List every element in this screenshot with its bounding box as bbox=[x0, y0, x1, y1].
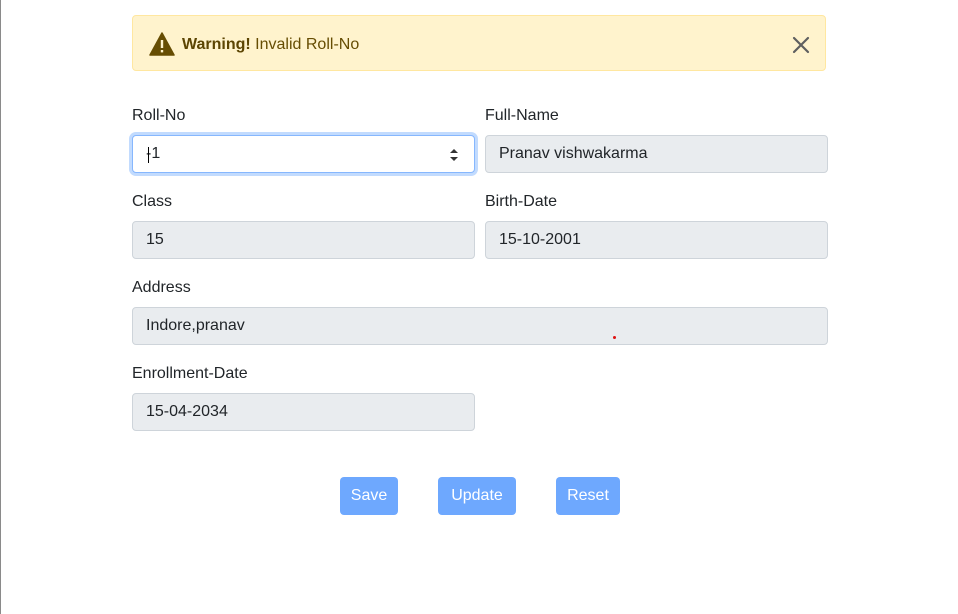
alert-title: Warning! bbox=[182, 36, 251, 53]
warning-triangle-icon bbox=[149, 32, 175, 56]
warning-alert: Warning! Invalid Roll-No bbox=[132, 15, 826, 71]
full-name-input[interactable]: Pranav vishwakarma bbox=[485, 135, 828, 173]
update-button[interactable]: Update bbox=[438, 477, 516, 515]
address-label: Address bbox=[132, 279, 191, 296]
close-icon[interactable] bbox=[791, 35, 811, 55]
class-label: Class bbox=[132, 193, 173, 210]
class-value: 15 bbox=[146, 231, 164, 248]
enrollment-date-input[interactable]: 15-04-2034 bbox=[132, 393, 475, 431]
class-input[interactable]: 15 bbox=[132, 221, 475, 259]
address-input[interactable]: Indore,pranav bbox=[132, 307, 828, 345]
birth-date-label: Birth-Date bbox=[485, 193, 558, 210]
enrollment-date-label: Enrollment-Date bbox=[132, 365, 248, 382]
birth-date-input[interactable]: 15-10-2001 bbox=[485, 221, 828, 259]
roll-no-input[interactable]: -1 bbox=[132, 135, 475, 173]
address-value: Indore,pranav bbox=[146, 317, 245, 334]
full-name-value: Pranav vishwakarma bbox=[499, 145, 648, 162]
enrollment-date-value: 15-04-2034 bbox=[146, 403, 228, 420]
cursor-dot bbox=[613, 336, 616, 339]
full-name-label: Full-Name bbox=[485, 107, 559, 124]
roll-no-label: Roll-No bbox=[132, 107, 186, 124]
save-button[interactable]: Save bbox=[340, 477, 398, 515]
birth-date-value: 15-10-2001 bbox=[499, 231, 581, 248]
text-caret bbox=[148, 147, 149, 163]
alert-text: Warning! Invalid Roll-No bbox=[182, 35, 359, 55]
alert-message: Invalid Roll-No bbox=[250, 36, 360, 53]
reset-button[interactable]: Reset bbox=[556, 477, 620, 515]
number-spinner-icon[interactable] bbox=[448, 146, 460, 164]
window-left-border bbox=[0, 0, 1, 614]
